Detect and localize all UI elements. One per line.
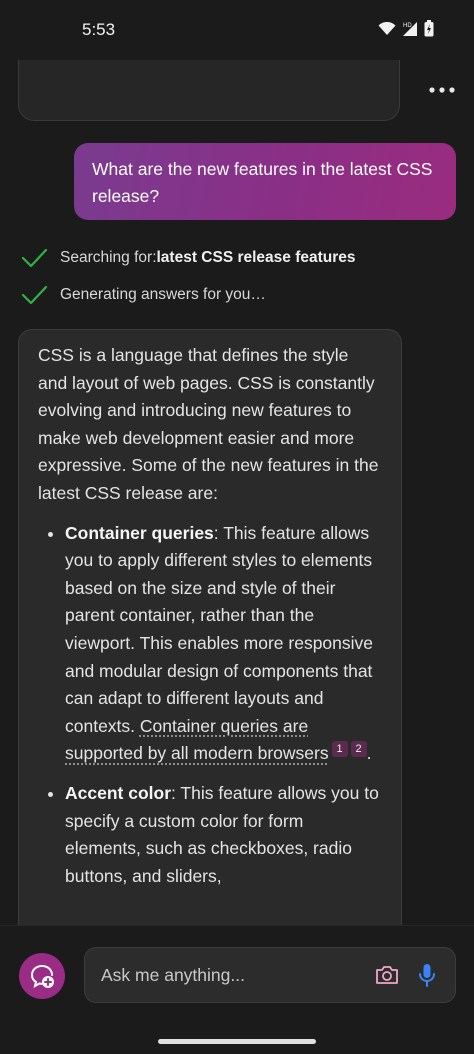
new-chat-icon [30, 965, 54, 988]
feature-title: Container queries [65, 522, 214, 543]
list-item: Accent color: This feature allows you to… [65, 780, 381, 890]
battery-icon [424, 20, 434, 37]
citation-badge-2[interactable]: 2 [350, 741, 367, 758]
cell-signal-icon: HD [403, 21, 417, 36]
status-icons: HD [378, 20, 434, 37]
search-query: latest CSS release features [156, 249, 356, 266]
more-horizontal-icon[interactable] [428, 76, 456, 104]
svg-text:HD: HD [403, 23, 412, 29]
wifi-icon [378, 21, 396, 35]
camera-icon[interactable] [373, 961, 401, 989]
ask-input[interactable] [99, 963, 373, 987]
checkmark-icon [21, 248, 48, 268]
user-message-bubble: What are the new features in the latest … [74, 143, 456, 220]
status-bar: 5:53 HD [0, 0, 474, 60]
feature-title: Accent color [65, 782, 171, 803]
answer-card: CSS is a language that defines the style… [18, 329, 402, 969]
search-step-prefix: Searching for: [60, 249, 157, 266]
previous-message-card [18, 60, 400, 121]
user-message-text: What are the new features in the latest … [92, 159, 433, 206]
generate-step-label: Generating answers for you… [60, 286, 266, 303]
composer-input-box[interactable] [84, 947, 456, 1003]
answer-intro: CSS is a language that defines the style… [38, 345, 379, 503]
microphone-icon[interactable] [413, 961, 441, 989]
citation-badge-1[interactable]: 1 [331, 741, 348, 758]
sentence-end: . [366, 743, 372, 764]
status-time: 5:53 [82, 20, 116, 39]
checkmark-icon [21, 285, 48, 305]
feature-list: Container queries: This feature allows y… [38, 520, 381, 891]
new-topic-button[interactable] [19, 953, 65, 999]
feature-text: : This feature allows you to apply diffe… [65, 522, 374, 736]
list-item: Container queries: This feature allows y… [65, 520, 381, 768]
generate-step: Generating answers for you… [20, 282, 266, 308]
search-step: Searching for: latest CSS release featur… [20, 245, 356, 271]
home-indicator[interactable] [158, 1039, 316, 1044]
